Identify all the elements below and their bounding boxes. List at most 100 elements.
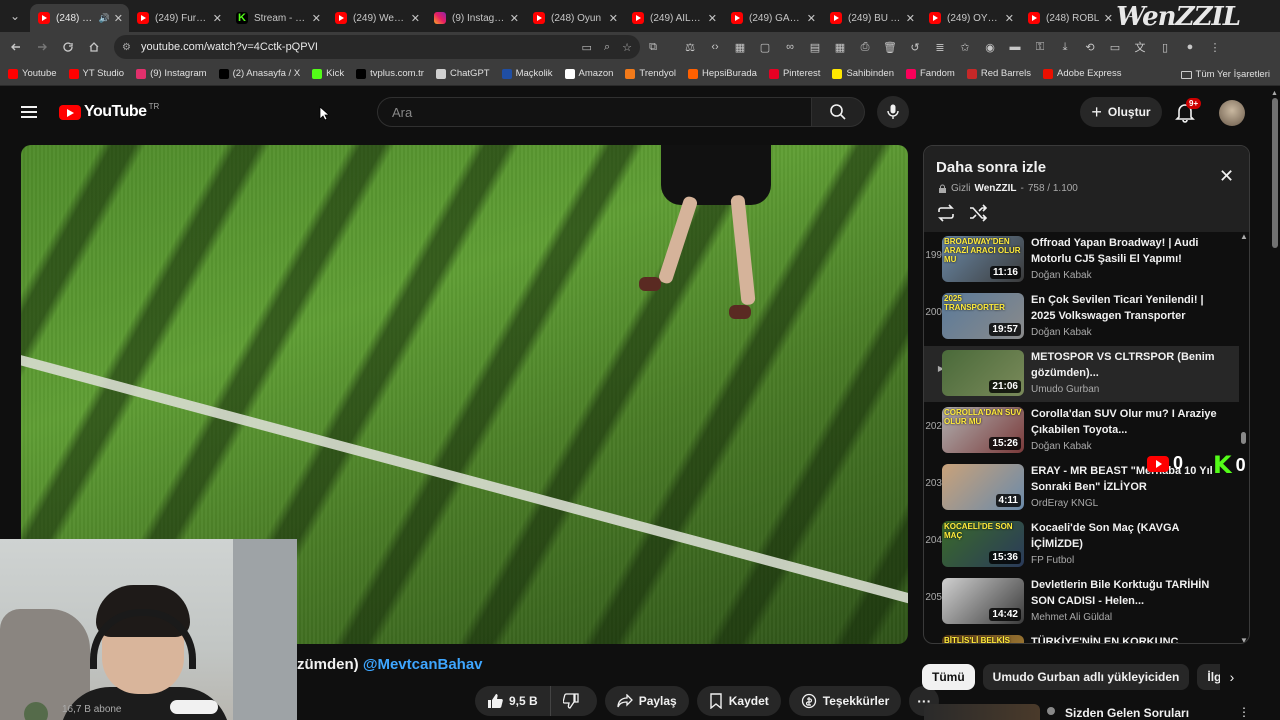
shuffle-icon[interactable] — [968, 204, 988, 222]
menu-hamburger-icon[interactable] — [21, 106, 37, 118]
tab-close-icon[interactable]: ✕ — [411, 12, 420, 25]
bookmark-item[interactable]: Adobe Express — [1043, 68, 1121, 79]
chevron-right-icon[interactable]: › — [1220, 664, 1244, 690]
playlist-item-title[interactable]: Corolla'dan SUV Olur mu? I Araziye Çıkab… — [1031, 406, 1221, 438]
tab-close-icon[interactable]: ✕ — [1005, 12, 1014, 25]
create-button[interactable]: + Oluştur — [1080, 97, 1162, 127]
page-scroll-thumb[interactable] — [1272, 98, 1278, 248]
scroll-up-icon[interactable]: ▲ — [1240, 232, 1248, 241]
playlist-item-title[interactable]: METOSPOR VS CLTRSPOR (Benim gözümden)... — [1031, 349, 1221, 381]
grid-icon[interactable]: ▦ — [831, 38, 849, 56]
share-button[interactable]: Paylaş — [604, 686, 689, 716]
sidebar-icon[interactable]: ▯ — [1156, 38, 1174, 56]
bookmark-item[interactable]: Amazon — [564, 68, 613, 79]
tab-close-icon[interactable]: ✕ — [213, 12, 222, 25]
devtools-icon[interactable]: ‹› — [706, 38, 724, 56]
speaker-icon[interactable]: 🔊 — [99, 13, 110, 24]
tab-close-icon[interactable]: ✕ — [609, 12, 618, 25]
site-info-icon[interactable]: ⚙ — [122, 42, 131, 53]
bookmark-item[interactable]: Youtube — [8, 68, 57, 79]
more-dots-vertical-icon[interactable]: ⋮ — [1238, 705, 1250, 719]
bookmark-item[interactable]: (9) Instagram — [136, 68, 207, 79]
filter-chip[interactable]: Umudo Gurban adlı yükleyiciden — [982, 664, 1190, 690]
profile-icon[interactable]: ● — [1181, 38, 1199, 56]
thanks-button[interactable]: Teşekkürler — [788, 686, 902, 716]
playlist-item-thumbnail[interactable]: COROLLA'DAN SUV OLUR MU 15:26 — [942, 407, 1024, 453]
tab-close-icon[interactable]: ✕ — [906, 12, 915, 25]
playlist-item-thumbnail[interactable]: 2025 TRANSPORTER 19:57 — [942, 293, 1024, 339]
recommendation-title[interactable]: Sizden Gelen Soruları — [1065, 706, 1189, 720]
page-scroll-up-icon[interactable]: ▲ — [1271, 90, 1278, 97]
tab-search-chevron-icon[interactable]: ⌄ — [0, 0, 30, 32]
menu-dots-icon[interactable]: ⋮ — [1206, 38, 1224, 56]
link-icon[interactable]: ∞ — [781, 38, 799, 56]
home-icon[interactable] — [81, 34, 107, 60]
download-icon[interactable]: ⤓ — [1056, 38, 1074, 56]
loop-icon[interactable] — [936, 204, 956, 222]
browser-tab[interactable]: (249) WenZZIL ✕ — [327, 4, 426, 32]
history-icon[interactable]: ↺ — [906, 38, 924, 56]
tab-close-icon[interactable]: ✕ — [510, 12, 519, 25]
trash-icon[interactable]: 🗑 — [881, 38, 899, 56]
favorites-icon[interactable]: ✩ — [956, 38, 974, 56]
tab-close-icon[interactable]: ✕ — [807, 12, 816, 25]
all-bookmarks-folder[interactable]: Tüm Yer İşaretleri — [1180, 69, 1270, 80]
bookmark-star-icon[interactable]: ☆ — [622, 41, 632, 54]
playlist-item-thumbnail[interactable]: 21:06 — [942, 350, 1024, 396]
playlist-item[interactable]: 199 BROADWAY'DEN ARAZİ ARACI OLUR MU 11:16… — [924, 232, 1239, 288]
like-button[interactable]: 9,5 B — [475, 686, 551, 716]
playlist-item-title[interactable]: TÜRKİYE'NİN EN KORKUNÇ — [1031, 634, 1221, 643]
playlist-title[interactable]: Daha sonra izle — [936, 159, 1046, 176]
bookmark-item[interactable]: Pinterest — [768, 68, 820, 79]
playlist-item-thumbnail[interactable]: BROADWAY'DEN ARAZİ ARACI OLUR MU 11:16 — [942, 236, 1024, 282]
scroll-down-icon[interactable]: ▼ — [1240, 636, 1248, 643]
notes-icon[interactable]: ≣ — [931, 38, 949, 56]
browser-tab[interactable]: (249) GALİB ✕ — [723, 4, 822, 32]
playlist-owner[interactable]: WenZZIL — [974, 183, 1016, 194]
playlist-item-thumbnail[interactable]: 4:11 — [942, 464, 1024, 510]
close-icon[interactable]: ✕ — [1219, 166, 1234, 187]
playlist-item[interactable]: 204 KOCAELİ'DE SON MAÇ 15:36 Kocaeli'de Son… — [924, 517, 1239, 573]
playlist-item[interactable]: ▶ 21:06 METOSPOR VS CLTRSPOR (Benim gözümd… — [924, 346, 1239, 402]
browser-tab[interactable]: (249) OYNA ✕ — [921, 4, 1020, 32]
tab-close-icon[interactable]: ✕ — [708, 12, 717, 25]
bookmark-item[interactable]: Kick — [312, 68, 344, 79]
extension-puzzle-icon[interactable]: ⧉ — [644, 38, 662, 56]
bookmark-item[interactable]: Sahibinden — [832, 68, 894, 79]
reload-icon[interactable] — [55, 34, 81, 60]
playlist-item-thumbnail[interactable]: 14:42 — [942, 578, 1024, 624]
filter-chip[interactable]: Tümü — [922, 664, 975, 690]
table-icon[interactable]: ▦ — [731, 38, 749, 56]
reader-icon[interactable]: ▤ — [806, 38, 824, 56]
playlist-item-title[interactable]: Devletlerin Bile Korktuğu TARİHİN SON CA… — [1031, 577, 1221, 609]
recommendation-item[interactable]: Sizden Gelen Soruları ⋮ — [922, 704, 1252, 720]
extension-icon[interactable]: ⚖ — [681, 38, 699, 56]
playlist-item[interactable]: 203 4:11 ERAY - MR BEAST "Merhaba 10 Yıl S… — [924, 460, 1239, 516]
playlist-item-thumbnail[interactable]: KOCAELİ'DE SON MAÇ 15:36 — [942, 521, 1024, 567]
playlist-scroll-thumb[interactable] — [1241, 432, 1246, 444]
bookmark-item[interactable]: YT Studio — [68, 68, 124, 79]
account-avatar[interactable] — [1219, 100, 1245, 126]
browser-tab[interactable]: (249) AİLEYE ✕ — [624, 4, 723, 32]
recommendation-thumbnail[interactable] — [924, 704, 1040, 720]
browser-tab[interactable]: (248) ROBL ✕ — [1020, 4, 1119, 32]
bookmark-item[interactable]: (2) Anasayfa / X — [218, 68, 300, 79]
browser-tab[interactable]: (248) Oyun ✕ — [525, 4, 624, 32]
bookmark-item[interactable]: Fandom — [905, 68, 955, 79]
youtube-logo[interactable]: YouTube TR — [59, 102, 159, 121]
cast-icon[interactable]: ▭ — [582, 41, 592, 54]
back-arrow-icon[interactable] — [3, 34, 29, 60]
dislike-button[interactable] — [551, 686, 597, 716]
playlist-item-title[interactable]: En Çok Sevilen Ticari Yenilendi! | 2025 … — [1031, 292, 1221, 324]
bookmark-item[interactable]: ChatGPT — [435, 68, 490, 79]
tab-close-icon[interactable]: ✕ — [312, 12, 321, 25]
browser-tab[interactable]: K Stream - Kick ✕ — [228, 4, 327, 32]
browser-tab[interactable]: (248) Metospor🔊 ✕ — [30, 4, 129, 32]
playlist-item[interactable]: 205 14:42 Devletlerin Bile Korktuğu TARİHİ… — [924, 574, 1239, 630]
subscribe-button[interactable] — [170, 700, 218, 714]
bookmark-item[interactable]: HepsiBurada — [688, 68, 757, 79]
bookmark-item[interactable]: Maçkolik — [501, 68, 553, 79]
location-icon[interactable]: ◉ — [981, 38, 999, 56]
tab-close-icon[interactable]: ✕ — [1104, 12, 1113, 25]
playlist-item[interactable]: 202 COROLLA'DAN SUV OLUR MU 15:26 Corolla'd… — [924, 403, 1239, 459]
